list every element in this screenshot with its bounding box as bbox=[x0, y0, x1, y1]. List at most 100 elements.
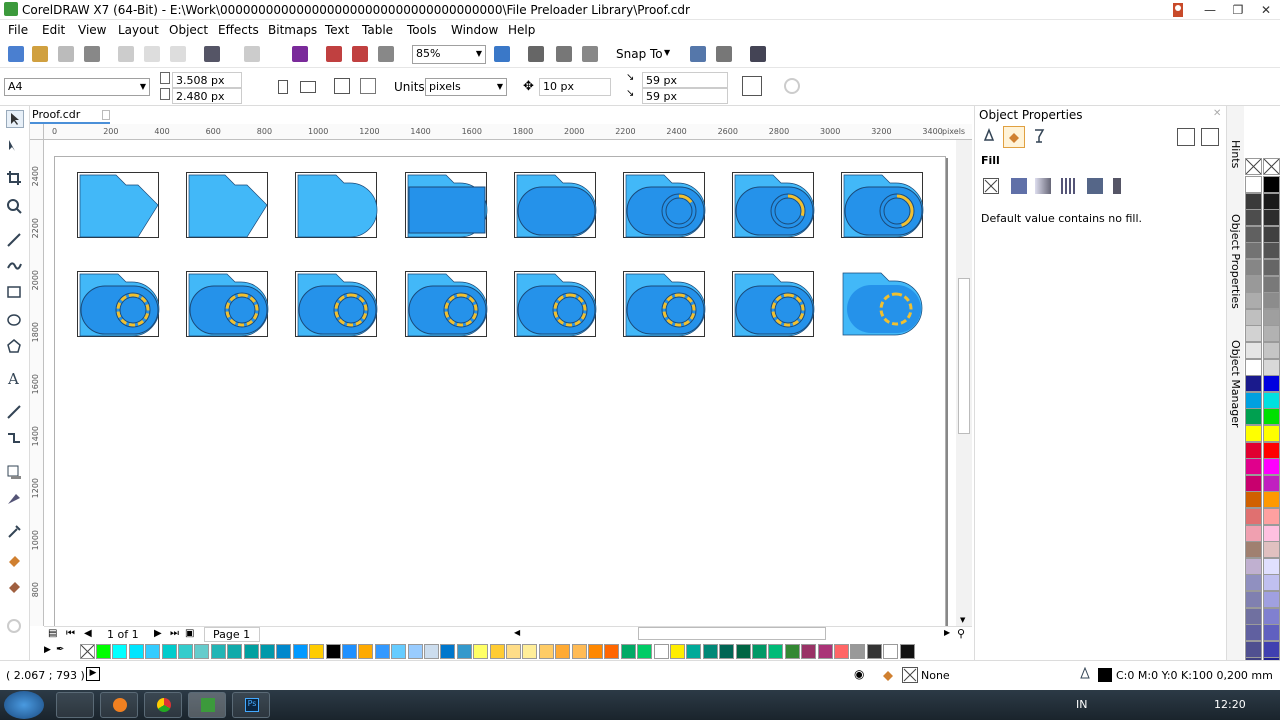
zoom-nav-icon[interactable]: ⚲ bbox=[957, 627, 965, 640]
options-icon[interactable] bbox=[690, 46, 706, 62]
folder-preloader-frame[interactable] bbox=[77, 172, 159, 238]
color-swatch[interactable] bbox=[1263, 275, 1280, 293]
color-swatch[interactable] bbox=[391, 644, 407, 659]
landscape-icon[interactable] bbox=[300, 81, 316, 93]
menu-view[interactable]: View bbox=[78, 23, 106, 37]
all-pages-icon[interactable] bbox=[334, 78, 350, 94]
color-swatch[interactable] bbox=[1263, 209, 1280, 227]
folder-preloader-frame[interactable] bbox=[77, 271, 160, 337]
color-swatch[interactable] bbox=[1245, 209, 1262, 227]
color-swatch[interactable] bbox=[1245, 408, 1262, 426]
color-swatch[interactable] bbox=[473, 644, 489, 659]
color-swatch[interactable] bbox=[1245, 624, 1262, 642]
coreldraw-task-icon[interactable] bbox=[188, 692, 226, 718]
undo-icon[interactable] bbox=[204, 46, 220, 62]
units-combo[interactable]: pixels ▼ bbox=[425, 78, 507, 96]
interactive-fill-icon[interactable] bbox=[6, 552, 24, 570]
page-height-field[interactable]: 2.480 px bbox=[172, 88, 242, 104]
new-document-icon[interactable] bbox=[8, 46, 24, 62]
color-swatch[interactable] bbox=[834, 644, 849, 659]
color-swatch[interactable] bbox=[1263, 292, 1280, 310]
color-swatch[interactable] bbox=[1263, 591, 1280, 608]
first-page-icon[interactable]: ⏮ bbox=[66, 628, 75, 639]
add-page-icon[interactable]: ▣ bbox=[185, 628, 194, 639]
tab-hints[interactable]: Hints bbox=[1229, 140, 1242, 168]
color-swatch[interactable] bbox=[702, 644, 718, 659]
portrait-icon[interactable] bbox=[278, 80, 288, 94]
color-swatch[interactable] bbox=[374, 644, 390, 659]
next-page-icon[interactable]: ▶ bbox=[154, 628, 162, 639]
color-swatch[interactable] bbox=[1263, 192, 1280, 210]
cut-icon[interactable] bbox=[118, 46, 134, 62]
show-guidelines-icon[interactable] bbox=[556, 46, 572, 62]
current-page-icon[interactable] bbox=[360, 78, 376, 94]
color-swatch[interactable] bbox=[260, 644, 275, 659]
ruler-origin[interactable] bbox=[30, 124, 44, 140]
docker-close-icon[interactable]: ✕ bbox=[1213, 108, 1221, 119]
treat-as-filled-icon[interactable] bbox=[742, 76, 762, 96]
color-swatch[interactable] bbox=[604, 644, 620, 659]
color-swatch[interactable] bbox=[1245, 342, 1262, 359]
outline-pen-status-icon[interactable] bbox=[1078, 666, 1092, 683]
quick-customize-tool-icon[interactable] bbox=[6, 618, 24, 636]
color-swatch[interactable] bbox=[817, 644, 833, 659]
color-swatch[interactable] bbox=[358, 644, 374, 659]
page-width-field[interactable]: 3.508 px bbox=[172, 72, 242, 88]
paste-icon[interactable] bbox=[170, 46, 186, 62]
page-tab[interactable]: Page 1 bbox=[204, 627, 260, 642]
color-swatch[interactable] bbox=[1245, 192, 1262, 210]
user-icon[interactable] bbox=[1168, 1, 1188, 19]
frame-icon[interactable] bbox=[1177, 128, 1195, 146]
no-fill-icon[interactable] bbox=[983, 178, 999, 194]
color-swatch[interactable] bbox=[1263, 391, 1280, 409]
color-swatch[interactable] bbox=[210, 644, 226, 659]
full-screen-preview-icon[interactable] bbox=[494, 46, 510, 62]
firefox-task-icon[interactable] bbox=[100, 692, 138, 718]
color-swatch[interactable] bbox=[407, 644, 423, 659]
no-color-swatch[interactable] bbox=[80, 644, 95, 659]
color-swatch[interactable] bbox=[1263, 358, 1280, 376]
color-swatch[interactable] bbox=[1245, 574, 1262, 592]
system-clock[interactable]: 12:20 bbox=[1214, 698, 1246, 711]
rectangle-tool-icon[interactable] bbox=[6, 284, 24, 302]
color-swatch[interactable] bbox=[1263, 342, 1280, 359]
no-color-swatch[interactable] bbox=[1263, 158, 1280, 175]
color-swatch[interactable] bbox=[1245, 358, 1262, 376]
color-swatch[interactable] bbox=[1263, 607, 1280, 625]
scroll-down-icon[interactable]: ▼ bbox=[960, 616, 965, 624]
redo-icon[interactable] bbox=[244, 46, 260, 62]
color-swatch[interactable] bbox=[1245, 640, 1262, 658]
uniform-fill-icon[interactable] bbox=[1011, 178, 1027, 194]
align-icon[interactable] bbox=[716, 46, 732, 62]
tab-proof-cdr[interactable]: Proof.cdr bbox=[30, 106, 110, 124]
color-swatch[interactable] bbox=[1263, 640, 1280, 658]
menu-object[interactable]: Object bbox=[169, 23, 208, 37]
nudge-distance-field[interactable]: 10 px bbox=[539, 78, 611, 96]
color-swatch[interactable] bbox=[768, 644, 784, 659]
color-swatch[interactable] bbox=[292, 644, 308, 659]
ellipse-tool-icon[interactable] bbox=[6, 312, 24, 330]
page-options-icon[interactable]: ▤ bbox=[48, 628, 57, 639]
folder-preloader-frame[interactable] bbox=[186, 172, 269, 238]
smart-fill-icon[interactable] bbox=[6, 578, 24, 596]
color-swatch[interactable] bbox=[1245, 275, 1262, 293]
palette-menu-icon[interactable]: ▶ bbox=[44, 645, 51, 655]
color-swatch[interactable] bbox=[1263, 624, 1280, 642]
folder-preloader-frame[interactable] bbox=[404, 271, 487, 337]
color-swatch[interactable] bbox=[440, 644, 456, 659]
publish-pdf-icon[interactable] bbox=[378, 46, 394, 62]
outline-pen-icon[interactable] bbox=[981, 127, 999, 146]
import-icon[interactable] bbox=[326, 46, 342, 62]
color-swatch[interactable] bbox=[112, 644, 128, 659]
color-swatch[interactable] bbox=[620, 644, 636, 659]
vertical-ruler[interactable]: 2400 2200 2000 1800 1600 1400 1200 1000 800 bbox=[30, 140, 44, 626]
color-swatch[interactable] bbox=[96, 644, 111, 659]
color-swatch[interactable] bbox=[309, 644, 325, 659]
color-swatch[interactable] bbox=[1245, 375, 1262, 393]
tab-object-properties[interactable]: Object Properties bbox=[1229, 214, 1242, 309]
drop-shadow-icon[interactable] bbox=[6, 464, 24, 482]
bitmap-pattern-fill-icon[interactable] bbox=[1087, 178, 1103, 194]
crop-tool-icon[interactable] bbox=[6, 170, 24, 188]
color-swatch[interactable] bbox=[1245, 259, 1262, 276]
copy-icon[interactable] bbox=[144, 46, 160, 62]
